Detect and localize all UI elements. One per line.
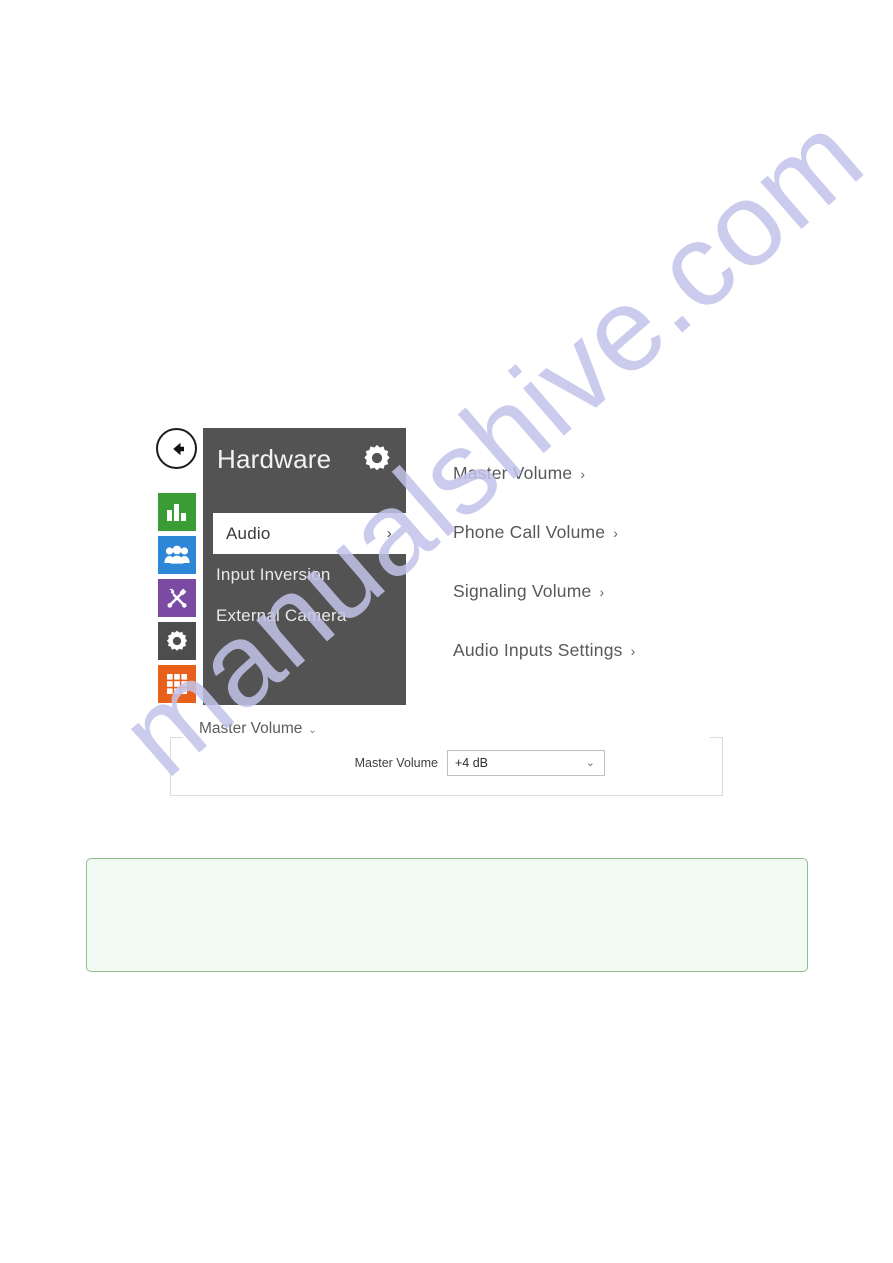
audio-submenu-list: Master Volume › Phone Call Volume › Sign… <box>453 444 733 680</box>
sidebar-item-services[interactable] <box>158 622 196 660</box>
menu-item-label: External Camera <box>216 605 347 625</box>
page-title: Hardware <box>217 444 332 474</box>
master-volume-field-label: Master Volume <box>354 756 438 770</box>
menu-item-label: Audio <box>226 523 271 543</box>
grid-icon <box>166 673 188 695</box>
settings-gear-button[interactable] <box>362 443 392 473</box>
gear-icon <box>362 443 392 473</box>
master-volume-select-value: +4 dB <box>455 756 489 770</box>
submenu-item-phone-call-volume[interactable]: Phone Call Volume › <box>453 503 733 562</box>
sidebar-item-system[interactable] <box>158 665 196 703</box>
chevron-right-icon: › <box>630 642 636 659</box>
chevron-down-icon: ⌄ <box>585 756 595 769</box>
chevron-right-icon: › <box>386 525 392 542</box>
chevron-right-icon: › <box>580 465 586 482</box>
sidebar-item-status[interactable] <box>158 493 196 531</box>
master-volume-select[interactable]: +4 dB ⌄ <box>447 750 605 776</box>
users-icon <box>164 545 190 565</box>
menu-item-input-inversion[interactable]: Input Inversion <box>203 554 406 595</box>
sidebar-item-hardware[interactable] <box>158 579 196 617</box>
submenu-item-label: Signaling Volume <box>453 581 592 601</box>
device-web-interface: Hardware Audio › Input Inversion Externa… <box>0 0 893 1263</box>
section-header-master-volume[interactable]: Master Volume ⌄ <box>192 720 324 738</box>
gear-icon <box>165 629 189 653</box>
submenu-item-audio-inputs-settings[interactable]: Audio Inputs Settings › <box>453 621 733 680</box>
submenu-item-label: Master Volume <box>453 463 573 483</box>
chevron-down-icon: ⌄ <box>308 724 317 736</box>
submenu-item-master-volume[interactable]: Master Volume › <box>453 444 733 503</box>
section-title: Master Volume <box>199 720 303 737</box>
tools-icon <box>165 586 189 610</box>
menu-item-audio[interactable]: Audio › <box>213 513 406 554</box>
sidebar-item-directory[interactable] <box>158 536 196 574</box>
menu-item-label: Input Inversion <box>216 564 331 584</box>
settings-fieldset: Master Volume +4 dB ⌄ <box>170 737 723 796</box>
chevron-right-icon: › <box>599 583 605 600</box>
hardware-menu-panel: Hardware Audio › Input Inversion Externa… <box>203 428 406 705</box>
bar-chart-icon <box>166 502 188 522</box>
submenu-item-label: Phone Call Volume <box>453 522 606 542</box>
back-button[interactable] <box>156 428 197 469</box>
menu-item-external-camera[interactable]: External Camera <box>203 595 406 636</box>
submenu-item-label: Audio Inputs Settings <box>453 640 623 660</box>
arrow-left-icon <box>166 438 188 460</box>
chevron-right-icon: › <box>613 524 619 541</box>
submenu-item-signaling-volume[interactable]: Signaling Volume › <box>453 562 733 621</box>
panel-header: Hardware <box>203 428 406 513</box>
master-volume-field-row: Master Volume +4 dB ⌄ <box>171 750 724 776</box>
sidebar-icon-rail <box>158 493 196 708</box>
